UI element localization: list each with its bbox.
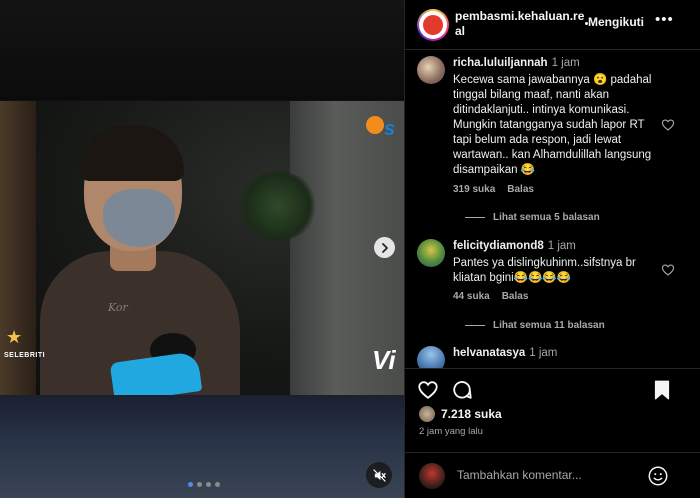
comment-avatar[interactable] xyxy=(417,239,445,267)
comment-body: richa.luluiljannah 1 jam Kecewa sama jawa… xyxy=(453,56,653,178)
comment-time: 1 jam xyxy=(547,240,576,252)
mute-icon xyxy=(372,468,386,482)
likes-count[interactable]: 7.218 suka xyxy=(441,407,502,421)
channel-label: SELEBRITI xyxy=(4,352,46,359)
carousel-dot xyxy=(197,482,202,487)
comment-username[interactable]: helvanatasya xyxy=(453,347,525,359)
emoji-icon[interactable] xyxy=(647,465,669,487)
bookmark-icon[interactable] xyxy=(651,379,673,401)
avatar[interactable] xyxy=(417,9,449,41)
comment-time: 1 jam xyxy=(529,347,558,359)
mute-button[interactable] xyxy=(366,462,392,488)
view-replies-label: Lihat semua 11 balasan xyxy=(493,320,605,331)
post-header: pembasmi.kehaluan.real Mengikuti ••• xyxy=(405,0,700,50)
carousel-next-button[interactable] xyxy=(374,237,395,258)
following-button[interactable]: Mengikuti xyxy=(588,15,644,29)
face-mask xyxy=(103,189,175,247)
comment-likes[interactable]: 44 suka xyxy=(453,291,490,302)
comment-avatar[interactable] xyxy=(417,346,445,368)
comment-time: 1 jam xyxy=(551,57,580,69)
person-hair xyxy=(80,125,184,181)
heart-icon[interactable] xyxy=(661,263,675,277)
comment-meta: 319 suka Balas xyxy=(453,184,546,195)
comment-text: Pantes ya dislingkuhinm..sifstnya br kli… xyxy=(453,257,636,284)
tv-logo-text: Vi xyxy=(372,345,396,375)
channel-star-icon: ★ xyxy=(6,327,23,347)
replies-line xyxy=(465,216,485,218)
avatar-inner xyxy=(419,11,447,39)
liker-avatar xyxy=(419,406,435,422)
comment-likes[interactable]: 319 suka xyxy=(453,184,495,195)
shirt-print: Kor xyxy=(108,301,128,314)
comment-body: helvanatasya 1 jam xyxy=(453,346,653,361)
comment-input[interactable] xyxy=(457,465,647,485)
reply-button[interactable]: Balas xyxy=(507,184,534,195)
likes-row[interactable]: 7.218 suka xyxy=(419,406,502,422)
tv-logo-dot xyxy=(366,116,384,134)
post-username[interactable]: pembasmi.kehaluan.real xyxy=(455,9,591,39)
view-replies-label: Lihat semua 5 balasan xyxy=(493,212,600,223)
heart-icon[interactable] xyxy=(417,379,439,401)
comment-username[interactable]: felicitydiamond8 xyxy=(453,240,544,252)
replies-line xyxy=(465,324,485,326)
carousel-indicator xyxy=(188,482,220,487)
avatar-face xyxy=(423,15,443,35)
post-actions: 7.218 suka 2 jam yang lalu xyxy=(405,368,700,458)
comment-list: richa.luluiljannah 1 jam Kecewa sama jawa… xyxy=(405,50,700,368)
view-replies-button[interactable]: Lihat semua 5 balasan xyxy=(465,212,600,223)
tv-logo-mark: s xyxy=(384,118,396,140)
comment-text: Kecewa sama jawabannya 😮 padahal tinggal… xyxy=(453,74,652,176)
comment-username[interactable]: richa.luluiljannah xyxy=(453,57,548,69)
view-replies-button[interactable]: Lihat semua 11 balasan xyxy=(465,320,605,331)
post-sidebar: pembasmi.kehaluan.real Mengikuti ••• ric… xyxy=(404,0,700,498)
carousel-dot xyxy=(188,482,193,487)
post-timestamp[interactable]: 2 jam yang lalu xyxy=(419,426,483,437)
reply-button[interactable]: Balas xyxy=(502,291,529,302)
comment-body: felicitydiamond8 1 jam Pantes ya dislingk… xyxy=(453,239,653,286)
media-top-blur xyxy=(0,0,404,100)
avatar xyxy=(419,463,445,489)
heart-icon[interactable] xyxy=(661,118,675,132)
more-icon[interactable]: ••• xyxy=(655,11,674,28)
post-media: Kor s Vi ★ SELEBRITI xyxy=(0,0,404,498)
comment-avatar[interactable] xyxy=(417,56,445,84)
video-frame[interactable]: Kor s Vi ★ SELEBRITI xyxy=(0,101,404,395)
background-plant xyxy=(238,171,318,241)
comment-icon[interactable] xyxy=(451,379,473,401)
comment-meta: 44 suka Balas xyxy=(453,291,540,302)
add-comment-bar xyxy=(405,452,700,498)
background-pillar xyxy=(0,101,36,395)
carousel-dot xyxy=(206,482,211,487)
chevron-right-icon xyxy=(381,242,388,253)
carousel-dot xyxy=(215,482,220,487)
